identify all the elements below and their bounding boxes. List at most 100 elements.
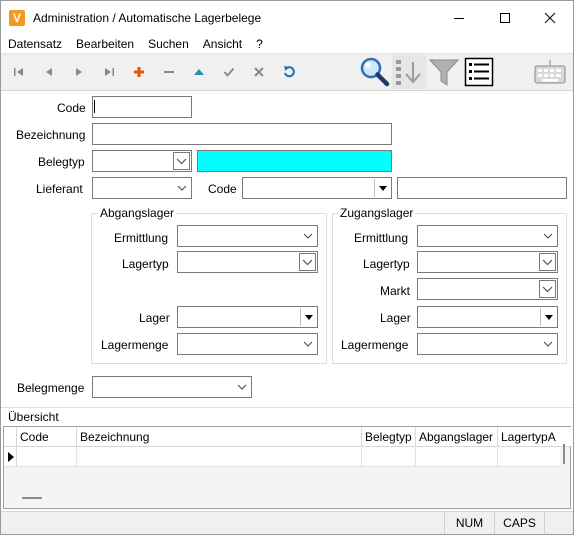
abgang-lager-select[interactable]	[177, 306, 318, 328]
zugang-lager-label: Lager	[380, 311, 411, 325]
abgang-ermittlung-select[interactable]	[177, 225, 318, 247]
minimize-button[interactable]	[436, 1, 482, 34]
num-lock-indicator: NUM	[444, 512, 494, 534]
cell-bezeichnung[interactable]	[77, 447, 362, 467]
caps-lock-indicator: CAPS	[494, 512, 544, 534]
zugang-markt-select[interactable]	[417, 278, 558, 300]
code-input[interactable]	[92, 96, 192, 118]
close-button[interactable]	[527, 1, 573, 34]
belegtyp-select[interactable]	[92, 150, 192, 172]
delete-record-button[interactable]	[159, 63, 179, 81]
status-bar: NUM CAPS	[1, 511, 573, 534]
first-record-icon	[14, 68, 23, 76]
refresh-button[interactable]	[279, 63, 299, 81]
zugang-lagermenge-label: Lagermenge	[341, 338, 409, 352]
chevron-down-icon	[542, 338, 554, 350]
abgang-lagermenge-select[interactable]	[177, 333, 318, 355]
cancel-icon	[254, 67, 264, 77]
chevron-down-icon	[539, 253, 556, 271]
list-view-button[interactable]	[463, 55, 495, 89]
sort-icon	[396, 60, 421, 85]
sort-button[interactable]	[392, 55, 426, 89]
delete-record-icon	[164, 71, 174, 73]
abgang-ermittlung-label: Ermittlung	[114, 231, 169, 245]
menu-bearbeiten[interactable]: Bearbeiten	[69, 35, 141, 53]
vertical-scrollbar[interactable]	[563, 444, 565, 464]
app-icon: V	[9, 10, 25, 26]
next-record-button[interactable]	[69, 63, 89, 81]
save-record-icon	[194, 69, 204, 75]
table-row[interactable]	[4, 447, 560, 467]
last-record-icon	[105, 68, 114, 76]
add-record-button[interactable]	[129, 63, 149, 81]
search-icon	[360, 57, 390, 87]
chevron-down-icon	[542, 230, 554, 242]
last-record-button[interactable]	[99, 63, 119, 81]
confirm-icon	[223, 67, 235, 78]
menu-datensatz[interactable]: Datensatz	[1, 35, 69, 53]
bezeichnung-input[interactable]	[92, 123, 392, 145]
status-pane-empty	[544, 512, 573, 534]
abgang-lager-label: Lager	[139, 311, 170, 325]
zugang-lagertyp-select[interactable]	[417, 251, 558, 273]
zugang-lagermenge-select[interactable]	[417, 333, 558, 355]
zugang-markt-label: Markt	[380, 284, 410, 298]
chevron-down-icon	[176, 182, 188, 194]
lieferant-name-field[interactable]	[397, 177, 567, 199]
cell-abgangslager[interactable]	[416, 447, 498, 467]
lieferant-code-select[interactable]	[242, 177, 392, 199]
filter-button[interactable]	[427, 55, 461, 89]
toolbar	[1, 53, 573, 91]
list-view-icon	[464, 57, 494, 87]
previous-record-button[interactable]	[39, 63, 59, 81]
close-icon	[544, 12, 556, 23]
search-button[interactable]	[357, 55, 391, 89]
zugang-lager-select[interactable]	[417, 306, 558, 328]
keyboard-button[interactable]	[533, 57, 567, 87]
window-title: Administration / Automatische Lagerbeleg…	[33, 11, 262, 25]
column-header-lagertypa[interactable]: LagertypA	[498, 427, 558, 447]
belegmenge-label: Belegmenge	[17, 381, 85, 395]
row-indicator	[4, 447, 17, 467]
overview-grid[interactable]: Code Bezeichnung Belegtyp Abgangslager L…	[3, 426, 572, 509]
grid-corner	[4, 427, 17, 447]
maximize-button[interactable]	[482, 1, 528, 34]
abgang-lagertyp-select[interactable]	[177, 251, 318, 273]
abgang-lagermenge-label: Lagermenge	[101, 338, 169, 352]
code-label: Code	[57, 101, 86, 115]
cell-belegtyp[interactable]	[362, 447, 416, 467]
chevron-down-icon	[236, 381, 248, 393]
chevron-down-icon	[302, 338, 314, 350]
zugang-ermittlung-select[interactable]	[417, 225, 558, 247]
horizontal-scrollbar[interactable]	[22, 497, 42, 499]
confirm-button[interactable]	[219, 63, 239, 81]
lieferant-select[interactable]	[92, 177, 192, 199]
cell-code[interactable]	[17, 447, 77, 467]
chevron-down-icon	[302, 230, 314, 242]
column-header-code[interactable]: Code	[17, 427, 77, 447]
menu-suchen[interactable]: Suchen	[141, 35, 196, 53]
zugang-ermittlung-label: Ermittlung	[354, 231, 409, 245]
column-header-abgangslager[interactable]: Abgangslager	[416, 427, 498, 447]
bezeichnung-label: Bezeichnung	[16, 128, 86, 142]
zugang-lagertyp-label: Lagertyp	[363, 257, 410, 271]
dropdown-arrow-icon	[540, 308, 556, 326]
first-record-button[interactable]	[9, 63, 29, 81]
column-header-bezeichnung[interactable]: Bezeichnung	[77, 427, 362, 447]
refresh-icon	[284, 66, 295, 78]
maximize-icon	[500, 12, 510, 23]
abgang-lagertyp-label: Lagertyp	[122, 257, 169, 271]
abgangslager-title: Abgangslager	[98, 206, 177, 220]
save-record-button[interactable]	[189, 63, 209, 81]
belegtyp-color-field	[197, 150, 392, 172]
cell-lagertypa[interactable]	[498, 447, 560, 467]
belegmenge-select[interactable]	[92, 376, 252, 398]
previous-record-icon	[46, 68, 52, 76]
menu-ansicht[interactable]: Ansicht	[196, 35, 249, 53]
chevron-down-icon	[299, 253, 316, 271]
chevron-down-icon	[539, 280, 556, 298]
overview-title: Übersicht	[8, 410, 59, 424]
menu-help[interactable]: ?	[249, 35, 270, 53]
column-header-belegtyp[interactable]: Belegtyp	[362, 427, 416, 447]
cancel-button[interactable]	[249, 63, 269, 81]
